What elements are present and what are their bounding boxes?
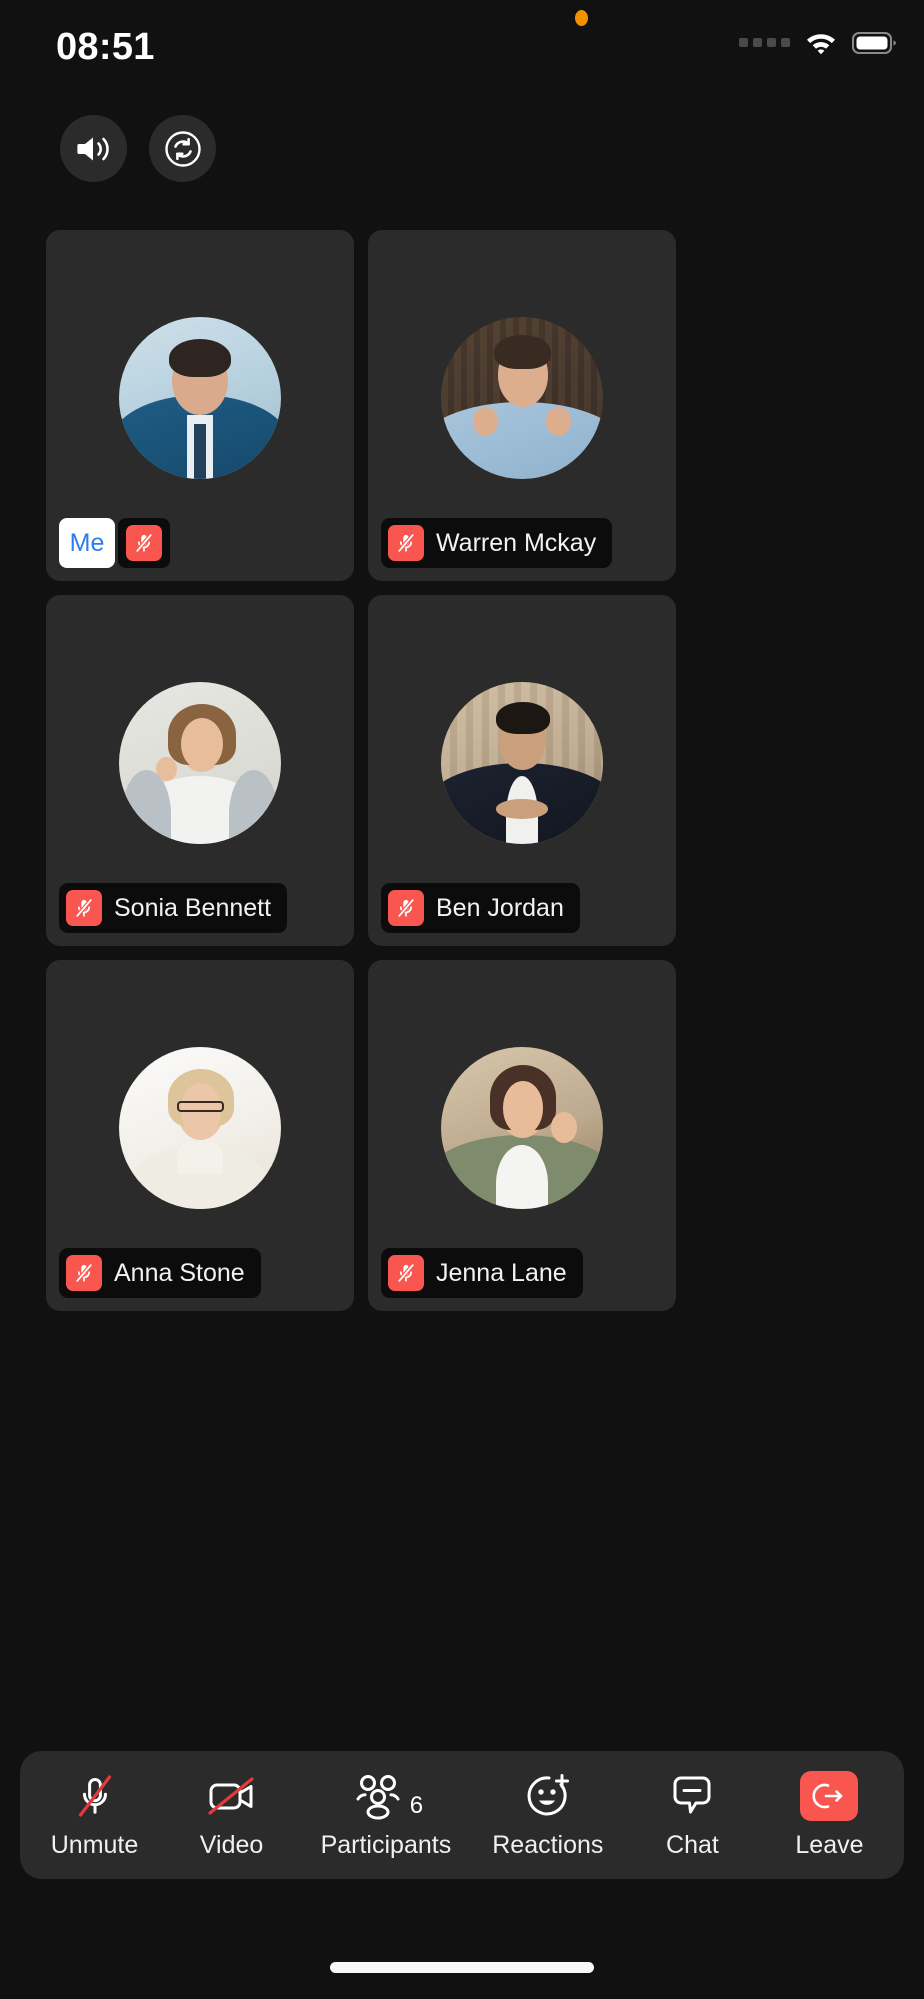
- me-chip: Me: [59, 518, 115, 568]
- video-off-icon: [204, 1770, 260, 1822]
- unmute-button[interactable]: Unmute: [47, 1770, 143, 1860]
- avatar: [441, 682, 603, 845]
- participant-tile[interactable]: Sonia Bennett: [46, 595, 354, 946]
- mic-muted-icon: [388, 525, 424, 561]
- leave-button[interactable]: Leave: [781, 1770, 877, 1860]
- participant-tile[interactable]: Ben Jordan: [368, 595, 676, 946]
- participant-name: Sonia Bennett: [114, 893, 272, 922]
- speaker-icon: [76, 137, 109, 160]
- mic-off-icon: [70, 1770, 120, 1822]
- chat-button[interactable]: Chat: [644, 1770, 740, 1860]
- meeting-screen: 08:51 Me Warren Mckay Sonia Bennett Ben …: [0, 0, 924, 1999]
- participant-label: Anna Stone: [59, 1248, 261, 1298]
- mic-muted-icon: [126, 525, 162, 561]
- mic-muted-icon: [388, 890, 424, 926]
- toolbar-label: Video: [199, 1831, 264, 1859]
- status-icons: [739, 30, 896, 56]
- meeting-toolbar: Unmute Video 6 Participants Reactions Ch…: [20, 1751, 904, 1879]
- participant-tile[interactable]: Anna Stone: [46, 960, 354, 1311]
- participants-button[interactable]: 6 Participants: [320, 1770, 452, 1860]
- participant-label: Warren Mckay: [381, 518, 613, 568]
- reactions-icon: [521, 1770, 575, 1822]
- home-indicator[interactable]: [330, 1962, 594, 1973]
- chat-icon: [666, 1770, 718, 1822]
- mic-muted-icon: [66, 890, 102, 926]
- avatar: [119, 1047, 281, 1210]
- battery-icon: [852, 32, 896, 54]
- leave-icon: [800, 1771, 859, 1821]
- speaker-button[interactable]: [60, 115, 127, 182]
- avatar: [441, 1047, 603, 1210]
- participant-tile[interactable]: Warren Mckay: [368, 230, 676, 581]
- participant-name: Ben Jordan: [436, 893, 564, 922]
- mic-muted-icon: [66, 1255, 102, 1291]
- participant-label: Sonia Bennett: [59, 883, 288, 933]
- participant-tile[interactable]: Jenna Lane: [368, 960, 676, 1311]
- reactions-button[interactable]: Reactions: [492, 1770, 603, 1860]
- status-time: 08:51: [56, 26, 155, 68]
- toolbar-label: Leave: [795, 1831, 864, 1859]
- participant-name: Warren Mckay: [436, 528, 597, 557]
- camera-flip-icon: [164, 130, 201, 167]
- me-label: Me: [59, 518, 170, 568]
- wifi-icon: [807, 34, 835, 55]
- avatar: [119, 682, 281, 845]
- participant-label: Ben Jordan: [381, 883, 580, 933]
- participant-grid: Me Warren Mckay Sonia Bennett Ben Jordan…: [46, 230, 878, 1311]
- mic-status[interactable]: [118, 518, 170, 568]
- participant-name: Anna Stone: [114, 1258, 245, 1287]
- orange-dot-icon: [575, 10, 588, 26]
- participant-label: Jenna Lane: [381, 1248, 583, 1298]
- toolbar-label: Unmute: [50, 1831, 139, 1859]
- switch-camera-button[interactable]: [149, 115, 216, 182]
- status-bar: 08:51: [0, 0, 924, 90]
- top-controls: [60, 115, 216, 182]
- participant-name: Jenna Lane: [436, 1258, 567, 1287]
- toolbar-label: Participants: [320, 1831, 452, 1859]
- mic-muted-icon: [388, 1255, 424, 1291]
- video-button[interactable]: Video: [184, 1770, 280, 1860]
- toolbar-label: Reactions: [492, 1831, 604, 1859]
- signal-dots-icon: [739, 37, 790, 47]
- participant-tile[interactable]: Me: [46, 230, 354, 581]
- participants-icon: 6: [349, 1770, 423, 1822]
- toolbar-label: Chat: [666, 1831, 719, 1859]
- avatar: [119, 317, 281, 480]
- avatar: [441, 317, 603, 480]
- participant-count: 6: [409, 1792, 424, 1819]
